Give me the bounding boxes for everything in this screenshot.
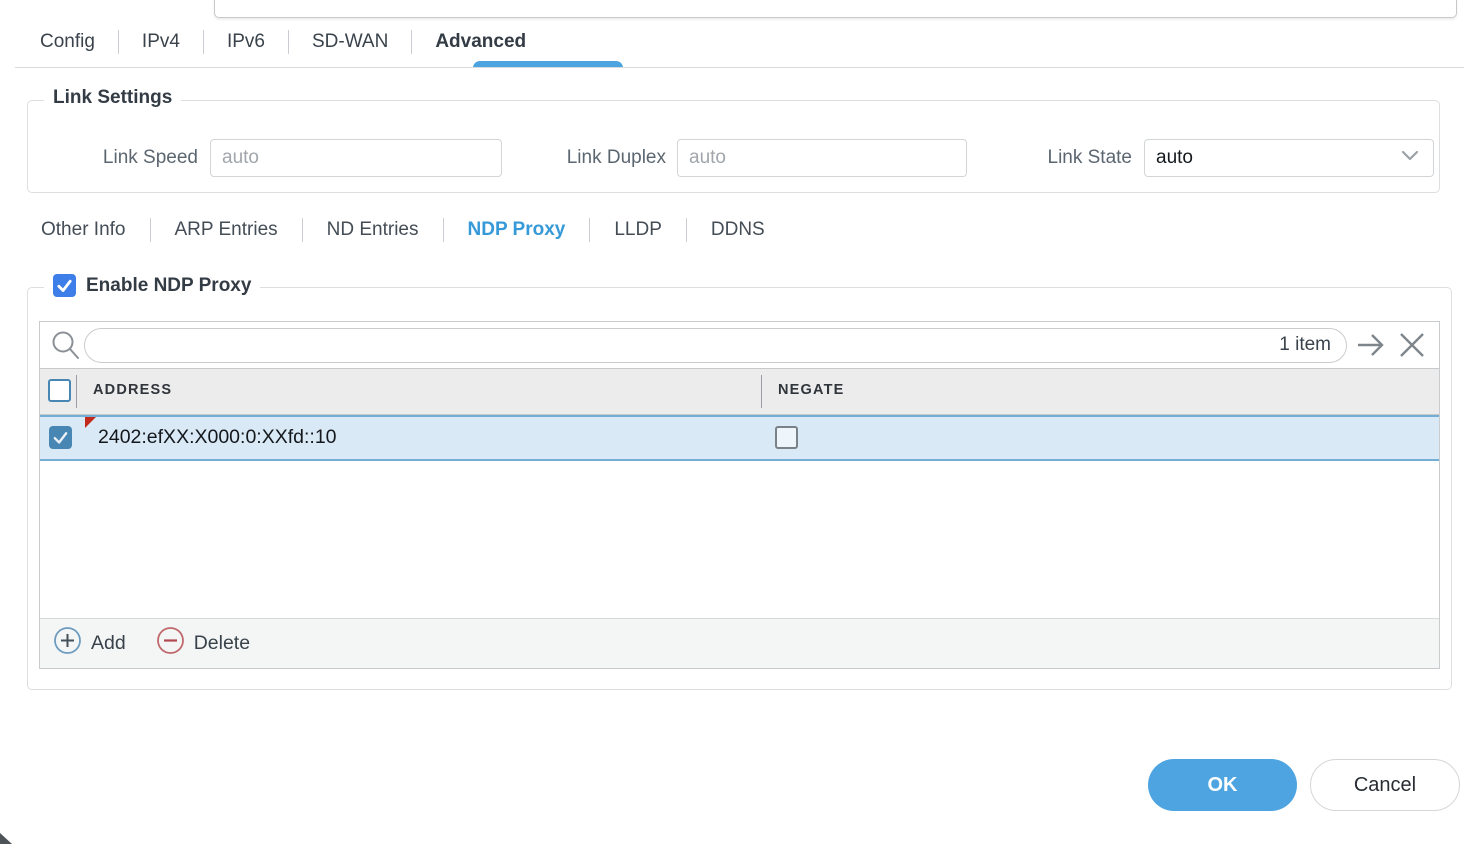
tabbar-divider (15, 67, 1464, 68)
table-row[interactable]: 2402:efXX:X000:0:XXfd::10 (40, 415, 1439, 461)
column-divider (761, 375, 762, 408)
tab-separator (203, 30, 204, 54)
column-header-negate[interactable]: NEGATE (778, 382, 845, 398)
link-settings-legend: Link Settings (44, 87, 181, 109)
subtab-separator (589, 218, 590, 242)
ok-button[interactable]: OK (1148, 759, 1297, 811)
ndp-proxy-table: 1 item ADDRESS NEGATE (39, 321, 1440, 669)
column-divider (76, 375, 77, 408)
enable-ndp-proxy-legend: Enable NDP Proxy (44, 274, 260, 297)
chevron-down-icon (1398, 143, 1422, 173)
tab-separator (118, 30, 119, 54)
link-duplex-input[interactable] (677, 139, 967, 177)
plus-circle-icon (53, 626, 82, 661)
search-input[interactable] (101, 330, 1241, 361)
subtab-ndp-proxy[interactable]: NDP Proxy (468, 219, 566, 241)
tab-advanced[interactable]: Advanced (435, 31, 526, 53)
search-pill: 1 item (84, 328, 1347, 363)
ndp-proxy-fieldset: Enable NDP Proxy 1 item (27, 287, 1452, 690)
search-icon (49, 329, 82, 367)
subtab-ddns[interactable]: DDNS (711, 219, 765, 241)
minus-circle-icon (156, 626, 185, 661)
negate-checkbox[interactable] (775, 426, 798, 449)
subtab-arp-entries[interactable]: ARP Entries (175, 219, 278, 241)
address-cell[interactable]: 2402:efXX:X000:0:XXfd::10 (98, 426, 337, 449)
subtab-separator (150, 218, 151, 242)
subtab-separator (443, 218, 444, 242)
table-footer: Add Delete (40, 618, 1439, 668)
link-speed-label: Link Speed (58, 147, 198, 169)
link-speed-input[interactable] (210, 139, 502, 177)
add-button[interactable]: Add (53, 626, 126, 661)
cropped-top-field[interactable] (214, 0, 1457, 18)
tab-separator (288, 30, 289, 54)
table-search-row: 1 item (40, 322, 1439, 368)
tab-config[interactable]: Config (40, 31, 95, 53)
delete-button-label: Delete (194, 632, 250, 655)
delete-button[interactable]: Delete (156, 626, 250, 661)
subtab-separator (302, 218, 303, 242)
link-state-select[interactable]: auto (1144, 139, 1434, 177)
subtab-lldp[interactable]: LLDP (614, 219, 662, 241)
apply-filter-arrow-icon[interactable] (1354, 330, 1388, 365)
link-settings-fieldset: Link Settings Link Speed Link Duplex Lin… (27, 100, 1440, 193)
table-header-row: ADDRESS NEGATE (40, 368, 1439, 415)
subtab-separator (686, 218, 687, 242)
tab-sdwan[interactable]: SD-WAN (312, 31, 388, 53)
tab-ipv4[interactable]: IPv4 (142, 31, 180, 53)
link-state-value: auto (1156, 147, 1193, 169)
subtab-nd-entries[interactable]: ND Entries (327, 219, 419, 241)
cursor-artifact (0, 833, 12, 844)
enable-ndp-proxy-label: Enable NDP Proxy (86, 275, 251, 297)
modified-marker-icon (85, 417, 96, 428)
clear-filter-x-icon[interactable] (1396, 330, 1428, 365)
column-header-address[interactable]: ADDRESS (93, 382, 172, 398)
tab-ipv6[interactable]: IPv6 (227, 31, 265, 53)
subtab-other-info[interactable]: Other Info (41, 219, 126, 241)
add-button-label: Add (91, 632, 126, 655)
link-duplex-label: Link Duplex (522, 147, 666, 169)
advanced-subtabs: Other Info ARP Entries ND Entries NDP Pr… (41, 218, 765, 242)
tab-separator (411, 30, 412, 54)
row-select-checkbox[interactable] (49, 426, 72, 449)
select-all-checkbox[interactable] (48, 379, 71, 402)
cancel-button[interactable]: Cancel (1310, 759, 1460, 811)
link-state-label: Link State (986, 147, 1132, 169)
main-tabbar: Config IPv4 IPv6 SD-WAN Advanced (40, 30, 526, 54)
enable-ndp-proxy-checkbox[interactable] (53, 274, 76, 297)
item-count: 1 item (1279, 334, 1331, 356)
